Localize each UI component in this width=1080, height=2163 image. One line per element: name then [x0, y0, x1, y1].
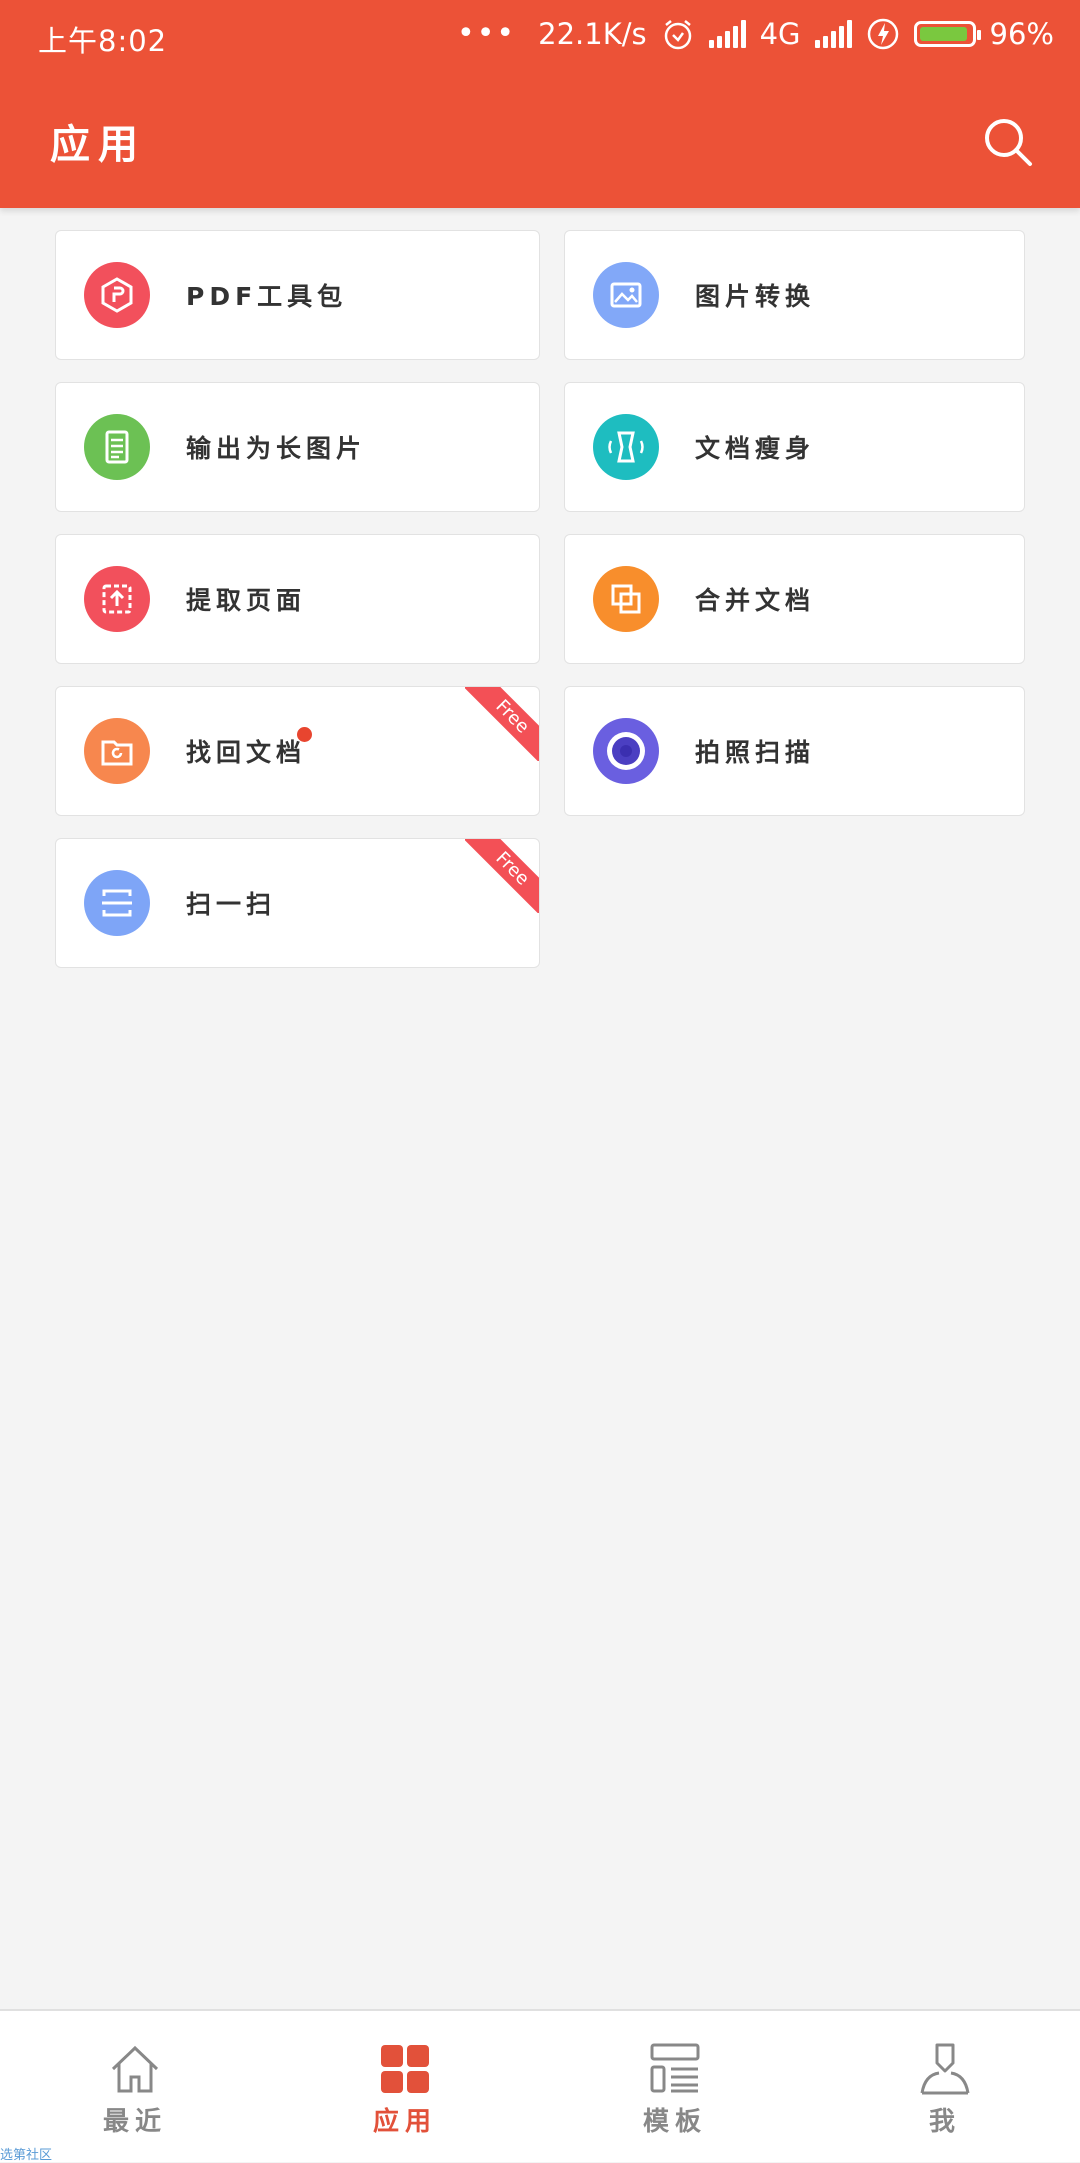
app-label: 扫一扫	[186, 890, 277, 919]
app-card-image-convert[interactable]: 图片转换	[564, 230, 1025, 360]
app-label: 输出为长图片	[186, 434, 367, 463]
signal-strength-2-icon	[814, 19, 852, 48]
scan-icon	[84, 870, 150, 936]
free-ribbon: Free	[465, 839, 539, 913]
bottom-tab-bar: 最近 应用 模板 我	[0, 2009, 1080, 2162]
apps-grid: PDF工具包 图片转换 输出为长图片 文档瘦身 提取页面 合并文档 找回文档 F…	[55, 230, 1025, 968]
merge-doc-icon	[593, 566, 659, 632]
slim-doc-icon	[593, 414, 659, 480]
app-label: 图片转换	[695, 282, 816, 311]
long-image-icon	[84, 414, 150, 480]
pdf-toolkit-icon	[84, 262, 150, 328]
profile-icon	[920, 2043, 970, 2095]
image-convert-icon	[593, 262, 659, 328]
app-card-slim-doc[interactable]: 文档瘦身	[564, 382, 1025, 512]
alarm-icon	[664, 19, 691, 49]
extract-page-icon	[84, 566, 150, 632]
tab-templates[interactable]: 模板	[540, 2011, 810, 2162]
net-speed: 22.1K/s	[538, 16, 647, 51]
new-dot-badge	[297, 727, 312, 742]
app-card-camera-scan[interactable]: 拍照扫描	[564, 686, 1025, 816]
apps-grid-icon	[381, 2045, 429, 2093]
tab-recent[interactable]: 最近	[0, 2011, 270, 2162]
tab-apps[interactable]: 应用	[270, 2011, 540, 2162]
app-header: 上午8:02 ••• 22.1K/s 4G 96% 应用	[0, 0, 1080, 208]
status-time: 上午8:02	[38, 24, 168, 58]
app-label: 找回文档	[186, 738, 307, 767]
app-card-scan[interactable]: 扫一扫 Free	[55, 838, 540, 968]
tab-me[interactable]: 我	[810, 2011, 1080, 2162]
status-bar: 上午8:02 ••• 22.1K/s 4G 96%	[0, 0, 1080, 74]
watermark: 选第社区	[0, 2148, 53, 2163]
app-card-extract-page[interactable]: 提取页面	[55, 534, 540, 664]
free-ribbon: Free	[465, 687, 539, 761]
app-label: 合并文档	[695, 586, 816, 615]
app-card-merge-doc[interactable]: 合并文档	[564, 534, 1025, 664]
battery-icon	[913, 20, 981, 47]
notification-dots-icon: •••	[457, 16, 517, 51]
battery-percent: 96%	[989, 16, 1054, 51]
signal-strength-icon	[708, 19, 746, 48]
camera-scan-icon	[593, 718, 659, 784]
page-title: 应用	[50, 122, 146, 168]
network-type: 4G	[759, 16, 801, 51]
tab-label: 最近	[102, 2107, 167, 2137]
app-card-pdf-toolkit[interactable]: PDF工具包	[55, 230, 540, 360]
template-icon	[650, 2043, 700, 2093]
app-label: PDF工具包	[186, 282, 348, 311]
tab-label: 模板	[642, 2107, 707, 2137]
charging-icon	[867, 18, 898, 49]
app-label: 文档瘦身	[695, 434, 816, 463]
app-label: 拍照扫描	[695, 738, 816, 767]
tab-label: 我	[928, 2107, 961, 2137]
tab-label: 应用	[372, 2107, 437, 2137]
app-card-long-image[interactable]: 输出为长图片	[55, 382, 540, 512]
search-button[interactable]	[980, 114, 1036, 170]
app-label: 提取页面	[186, 586, 307, 615]
home-icon	[111, 2045, 159, 2093]
recover-doc-icon	[84, 718, 150, 784]
search-icon	[985, 119, 1032, 166]
app-card-recover-doc[interactable]: 找回文档 Free	[55, 686, 540, 816]
